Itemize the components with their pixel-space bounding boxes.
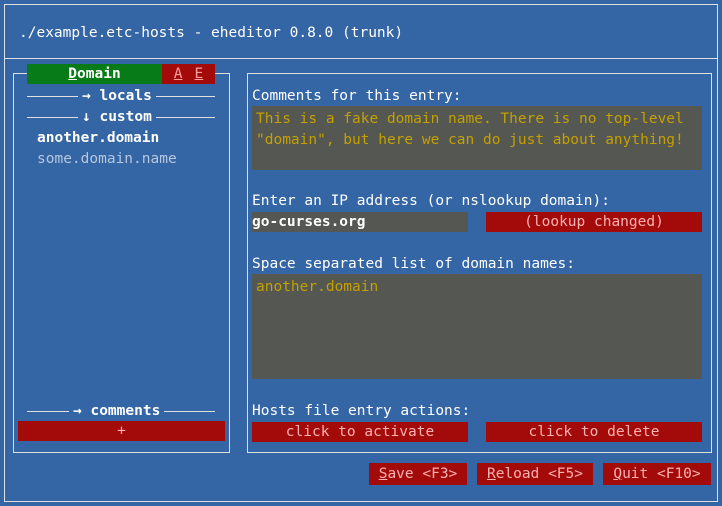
lookup-button[interactable]: (lookup changed): [486, 212, 702, 232]
tab-domain-label-rest: omain: [77, 66, 121, 82]
reload-mnemonic: R: [486, 466, 496, 482]
reload-button[interactable]: Reload <F5>: [477, 463, 593, 485]
domains-label: Space separated list of domain names:: [252, 256, 576, 272]
ip-label: Enter an IP address (or nslookup domain)…: [252, 193, 610, 209]
group-custom[interactable]: ↓ custom: [78, 108, 156, 126]
comments-label: Comments for this entry:: [252, 88, 462, 104]
delete-button[interactable]: click to delete: [486, 422, 702, 442]
list-item-another-domain[interactable]: another.domain: [37, 129, 159, 147]
comments-textarea[interactable]: This is a fake domain name. There is no …: [252, 106, 702, 170]
add-entry-button[interactable]: +: [18, 421, 225, 441]
tab-domain-mnemonic: D: [68, 66, 78, 82]
window-title: ./example.etc-hosts - eheditor 0.8.0 (tr…: [19, 25, 404, 41]
actions-label: Hosts file entry actions:: [252, 403, 471, 419]
save-label: ave <F3>: [387, 466, 458, 482]
save-button[interactable]: Save <F3>: [369, 463, 467, 485]
reload-label: eload <F5>: [495, 466, 584, 482]
tab-edit[interactable]: E: [195, 66, 204, 82]
ip-input[interactable]: go-curses.org: [252, 212, 468, 232]
group-locals[interactable]: → locals: [78, 87, 156, 105]
tab-domain[interactable]: Domain: [27, 64, 162, 84]
activate-button[interactable]: click to activate: [252, 422, 468, 442]
tab-actions: AE: [162, 64, 215, 84]
quit-mnemonic: Q: [613, 466, 623, 482]
tab-add[interactable]: A: [174, 66, 183, 82]
quit-button[interactable]: Quit <F10>: [603, 463, 711, 485]
list-item-some-domain-name[interactable]: some.domain.name: [37, 150, 177, 168]
domains-textarea[interactable]: another.domain: [252, 274, 702, 379]
quit-label: uit <F10>: [622, 466, 701, 482]
group-comments[interactable]: → comments: [69, 402, 165, 420]
